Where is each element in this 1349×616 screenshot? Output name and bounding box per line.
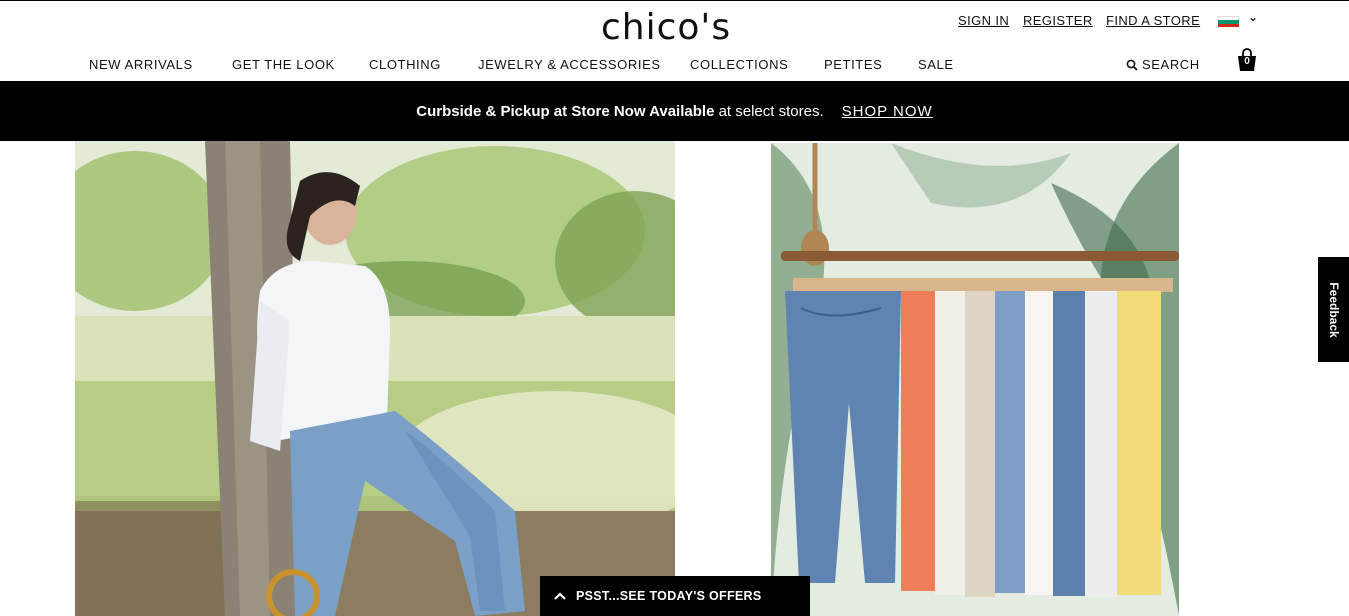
nav-sale[interactable]: SALE xyxy=(918,57,954,72)
search-icon xyxy=(1126,59,1138,71)
nav-clothing[interactable]: CLOTHING xyxy=(369,57,441,72)
search-button[interactable]: SEARCH xyxy=(1126,57,1200,72)
hero-image-jeans-rack[interactable] xyxy=(771,143,1179,616)
shop-now-link[interactable]: SHOP NOW xyxy=(842,103,933,120)
chevron-up-icon xyxy=(554,592,566,600)
promo-text: at select stores. xyxy=(714,102,824,120)
promo-banner: Curbside & Pickup at Store Now Available… xyxy=(0,81,1349,141)
hero-right-illustration xyxy=(771,143,1179,616)
hero-image-woman-palm-tree[interactable] xyxy=(75,141,675,616)
promo-bold-text: Curbside & Pickup at Store Now Available xyxy=(416,102,715,120)
nav-petites[interactable]: PETITES xyxy=(824,57,882,72)
feedback-label: Feedback xyxy=(1326,281,1341,338)
nav-get-the-look[interactable]: GET THE LOOK xyxy=(232,57,335,72)
search-label: SEARCH xyxy=(1142,57,1200,72)
cart-count: 0 xyxy=(1244,56,1250,67)
top-border xyxy=(0,0,1349,1)
shopping-bag-button[interactable]: 0 xyxy=(1236,48,1258,72)
todays-offers-drawer[interactable]: PSST...SEE TODAY'S OFFERS xyxy=(540,576,810,616)
nav-jewelry-accessories[interactable]: JEWELRY & ACCESSORIES xyxy=(478,57,661,72)
nav-collections[interactable]: COLLECTIONS xyxy=(690,57,788,72)
sign-in-link[interactable]: SIGN IN xyxy=(958,13,1009,28)
nav-new-arrivals[interactable]: NEW ARRIVALS xyxy=(89,57,193,72)
hero-left-illustration xyxy=(75,141,675,616)
bulgaria-flag-icon[interactable] xyxy=(1218,16,1239,27)
offers-label: PSST...SEE TODAY'S OFFERS xyxy=(576,589,762,603)
register-link[interactable]: REGISTER xyxy=(1023,13,1093,28)
find-a-store-link[interactable]: FIND A STORE xyxy=(1106,13,1200,28)
feedback-tab[interactable]: Feedback xyxy=(1318,257,1349,362)
chevron-down-icon[interactable]: ⌄ xyxy=(1248,10,1258,24)
chicos-logo[interactable]: chico's xyxy=(601,8,731,48)
